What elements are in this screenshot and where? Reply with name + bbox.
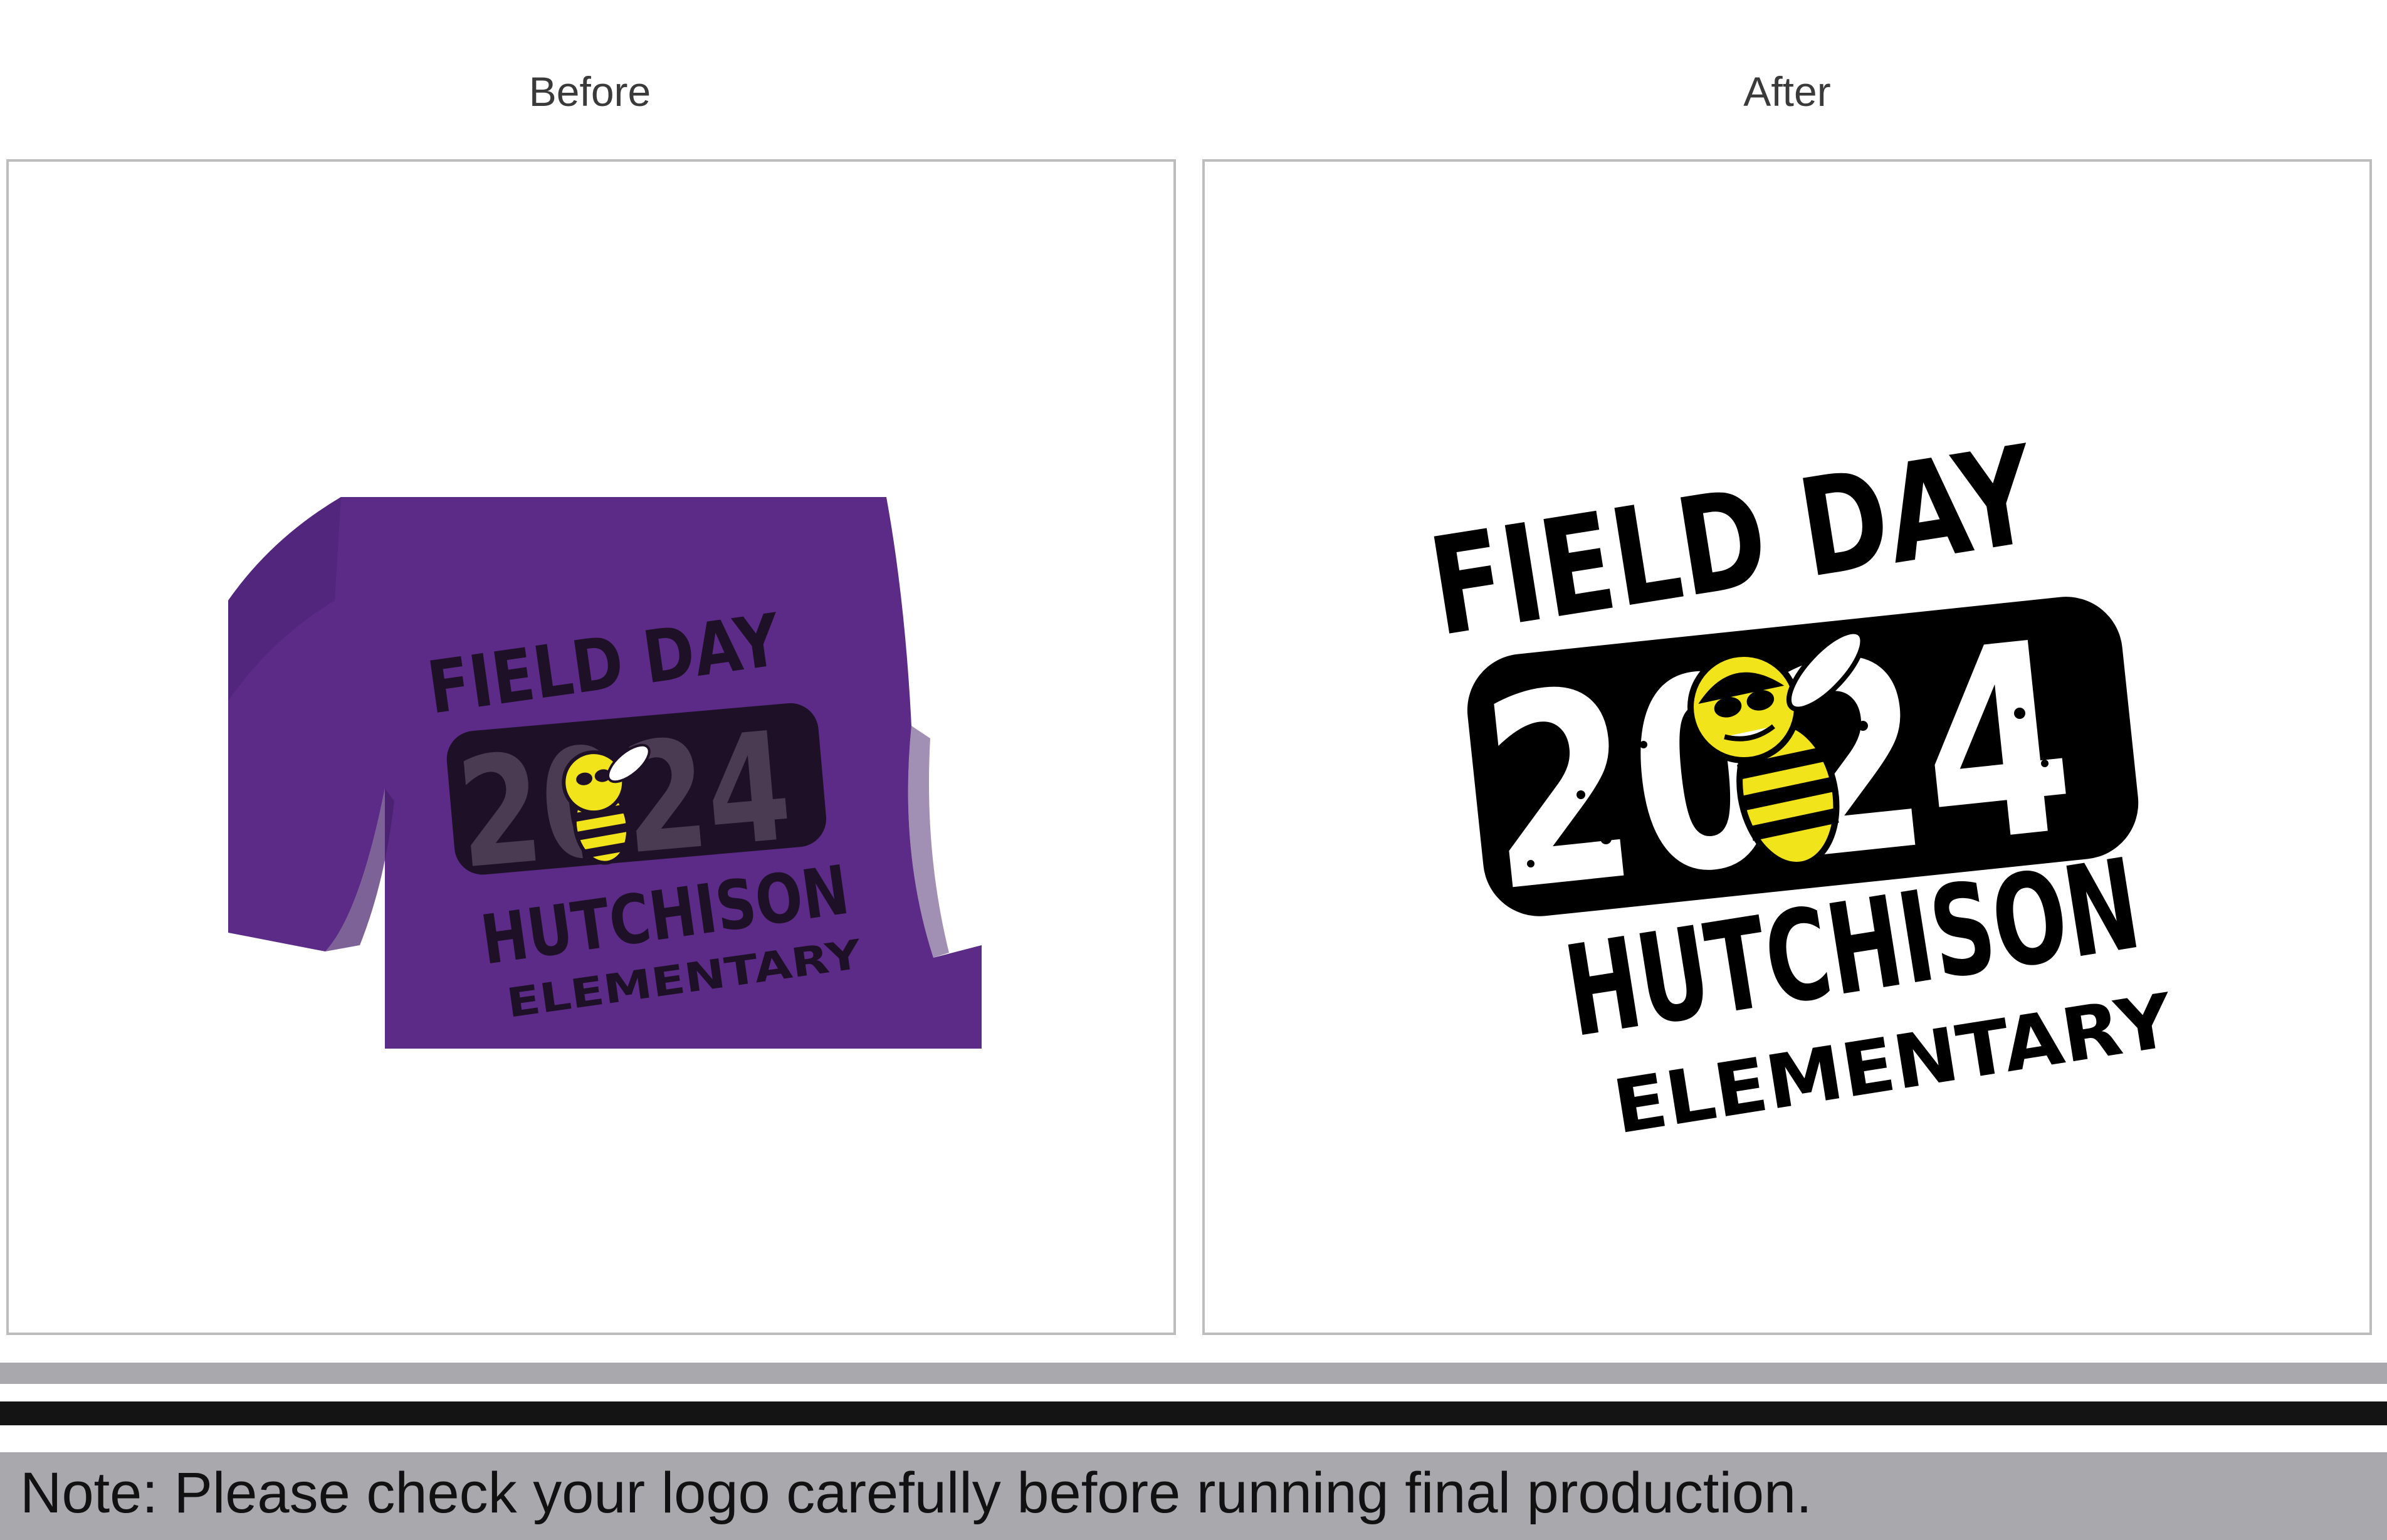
divider-gray-bar — [0, 1363, 2387, 1384]
before-panel: FIELD DAY 2024 HUTCHISON ELEMENTARY — [6, 159, 1176, 1335]
after-panel: FIELD DAY 2024 HUTCHISON ELEMENTARY — [1202, 159, 2372, 1335]
logo-artwork: FIELD DAY 2024 HUTCHISON ELEMENTARY — [1420, 416, 2180, 1150]
divider-black-bar — [0, 1401, 2387, 1425]
tshirt-mockup: FIELD DAY 2024 HUTCHISON ELEMENTARY — [228, 497, 982, 1049]
before-label: Before — [528, 68, 651, 115]
production-note: Note: Please check your logo carefully b… — [20, 1461, 1812, 1525]
after-label: After — [1743, 68, 1831, 115]
